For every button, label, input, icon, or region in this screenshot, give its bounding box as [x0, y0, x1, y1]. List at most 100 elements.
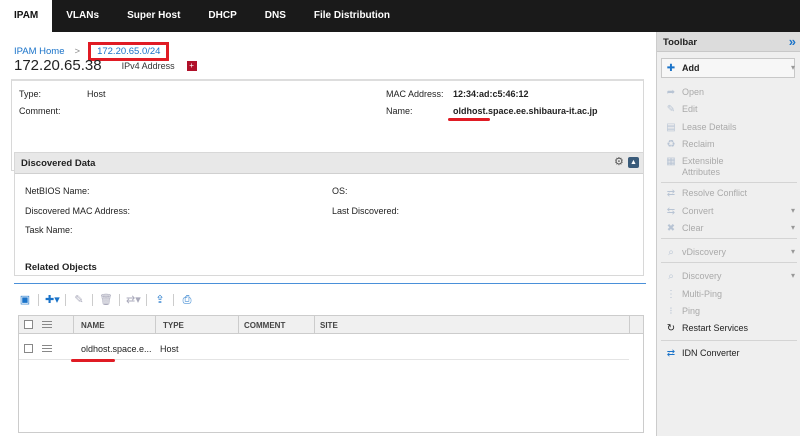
related-objects-table: NAME TYPE COMMENT SITE oldhost.space.e..…	[18, 315, 644, 433]
convert-icon: ⇆	[666, 206, 676, 217]
toolbar-convert-button[interactable]: ⇆ Convert ▾	[665, 206, 795, 218]
trash-icon[interactable]: 🗑	[99, 293, 113, 307]
page-title: 172.20.65.38 IPv4 Address +	[14, 57, 197, 74]
collapse-toolbar-icon[interactable]: »	[789, 34, 796, 49]
ip-address-title: 172.20.65.38	[14, 57, 102, 74]
table-row[interactable]: oldhost.space.e... Host	[19, 336, 629, 360]
type-value: Host	[87, 89, 106, 99]
column-comment[interactable]: COMMENT	[244, 321, 285, 330]
swap-icon[interactable]: ⇄▾	[126, 293, 141, 307]
row-name-underline	[71, 359, 115, 362]
address-type: IPv4 Address	[121, 60, 175, 71]
last-discovered-label: Last Discovered:	[332, 206, 400, 216]
tab-super-host[interactable]: Super Host	[113, 0, 194, 32]
breadcrumb-network-link[interactable]: 172.20.65.0/24	[97, 46, 160, 57]
conflict-icon: ⇄	[666, 188, 676, 199]
breadcrumb-separator: >	[74, 46, 81, 57]
name-value-underline	[448, 118, 490, 121]
toolbar-divider	[661, 262, 797, 263]
vdiscovery-dropdown-icon[interactable]: ▾	[791, 247, 795, 256]
column-divider	[629, 316, 630, 334]
column-type[interactable]: TYPE	[163, 321, 184, 330]
select-all-icon[interactable]: ▣	[18, 293, 32, 307]
toolbar-vdiscovery-button[interactable]: ⌕ vDiscovery ▾	[665, 247, 795, 259]
add-icon[interactable]: ✚▾	[45, 293, 60, 307]
main-panel: IPAM Home > 172.20.65.0/24 172.20.65.38 …	[0, 32, 652, 436]
column-divider	[73, 316, 74, 334]
column-name[interactable]: NAME	[81, 321, 105, 330]
column-site[interactable]: SITE	[320, 321, 338, 330]
toolbar-add-button[interactable]: ✚ Add ▾	[665, 63, 795, 75]
gear-icon[interactable]: ⚙	[614, 157, 625, 168]
toolbar-sidebar: Toolbar » ✚ Add ▾ ➦ Open ✎ Edit ▤ Lease …	[656, 32, 800, 436]
print-icon[interactable]: ⎙	[180, 293, 194, 307]
select-all-checkbox[interactable]	[24, 320, 33, 329]
toolbar-restart-services-button[interactable]: ↻ Restart Services	[665, 323, 795, 335]
row-name[interactable]: oldhost.space.e...	[81, 344, 152, 354]
collapse-icon[interactable]: ▲	[628, 157, 639, 168]
related-objects-title: Related Objects	[25, 262, 97, 273]
tab-vlans[interactable]: VLANs	[52, 0, 113, 32]
toolbar-separator	[173, 294, 174, 306]
related-objects-divider	[14, 283, 646, 284]
lease-icon: ▤	[666, 122, 676, 133]
toolbar-discovery-button[interactable]: ⌕ Discovery ▾	[665, 271, 795, 283]
task-name-label: Task Name:	[25, 225, 73, 235]
mac-address-value: 12:34:ad:c5:46:12	[453, 89, 529, 99]
toolbar-reclaim-button[interactable]: ♻ Reclaim	[665, 139, 795, 151]
open-icon: ➦	[666, 87, 676, 98]
os-label: OS:	[332, 186, 348, 196]
related-objects-toolbar: ▣ ✚▾ ✎ 🗑 ⇄▾ ⇪ ⎙	[18, 292, 194, 308]
table-header: NAME TYPE COMMENT SITE	[19, 316, 643, 334]
discovery-dropdown-icon[interactable]: ▾	[791, 271, 795, 280]
row-menu-icon[interactable]	[42, 345, 52, 352]
mac-address-label: MAC Address:	[386, 89, 444, 99]
toolbar-ping-button[interactable]: ⁝ Ping	[665, 306, 795, 318]
toolbar-title: Toolbar	[663, 37, 698, 48]
toolbar-clear-button[interactable]: ✖ Clear ▾	[665, 223, 795, 235]
toolbar-edit-button[interactable]: ✎ Edit	[665, 104, 795, 116]
row-checkbox[interactable]	[24, 344, 33, 353]
toolbar-separator	[119, 294, 120, 306]
edit-icon[interactable]: ✎	[72, 293, 86, 307]
netbios-name-label: NetBIOS Name:	[25, 186, 90, 196]
column-menu-icon[interactable]	[42, 321, 52, 328]
toolbar-lease-details-button[interactable]: ▤ Lease Details	[665, 122, 795, 134]
row-type: Host	[160, 344, 179, 354]
type-label: Type:	[19, 89, 42, 99]
attributes-icon: ▦	[666, 156, 676, 167]
top-nav: IPAM VLANs Super Host DHCP DNS File Dist…	[0, 0, 800, 32]
clear-dropdown-icon[interactable]: ▾	[791, 223, 795, 232]
toolbar-open-button[interactable]: ➦ Open	[665, 87, 795, 99]
toolbar-divider	[661, 238, 797, 239]
toolbar-header: Toolbar »	[657, 32, 800, 52]
idn-icon: ⇄	[666, 348, 676, 359]
discovered-data-panel: Discovered Data ⚙ ▲ NetBIOS Name: OS: Di…	[14, 152, 644, 276]
toolbar-separator	[146, 294, 147, 306]
toolbar-divider	[661, 182, 797, 183]
toolbar-multi-ping-button[interactable]: ⋮ Multi-Ping	[665, 289, 795, 301]
ping-icon: ⁝	[669, 306, 673, 317]
add-dropdown-icon[interactable]: ▾	[791, 63, 795, 72]
breadcrumb-home-link[interactable]: IPAM Home	[14, 46, 65, 57]
column-divider	[155, 316, 156, 334]
convert-dropdown-icon[interactable]: ▾	[791, 206, 795, 215]
toolbar-extensible-attributes-button[interactable]: ▦ Extensible Attributes	[665, 156, 795, 178]
favorite-icon[interactable]: +	[186, 60, 197, 71]
column-divider	[238, 316, 239, 334]
export-icon[interactable]: ⇪	[153, 293, 167, 307]
restart-icon: ↻	[666, 323, 676, 334]
tab-ipam[interactable]: IPAM	[0, 0, 53, 32]
toolbar-resolve-conflict-button[interactable]: ⇄ Resolve Conflict	[665, 188, 795, 200]
discovered-data-title: Discovered Data	[21, 158, 96, 169]
discovered-data-header: Discovered Data ⚙ ▲	[15, 153, 643, 174]
column-divider	[314, 316, 315, 334]
recycle-icon: ♻	[666, 139, 676, 150]
tab-dhcp[interactable]: DHCP	[194, 0, 250, 32]
toolbar-idn-converter-button[interactable]: ⇄ IDN Converter	[665, 348, 795, 360]
edit-icon: ✎	[666, 104, 676, 115]
tab-dns[interactable]: DNS	[251, 0, 300, 32]
toolbar-divider	[661, 340, 797, 341]
tab-file-distribution[interactable]: File Distribution	[300, 0, 404, 32]
name-label: Name:	[386, 106, 413, 116]
